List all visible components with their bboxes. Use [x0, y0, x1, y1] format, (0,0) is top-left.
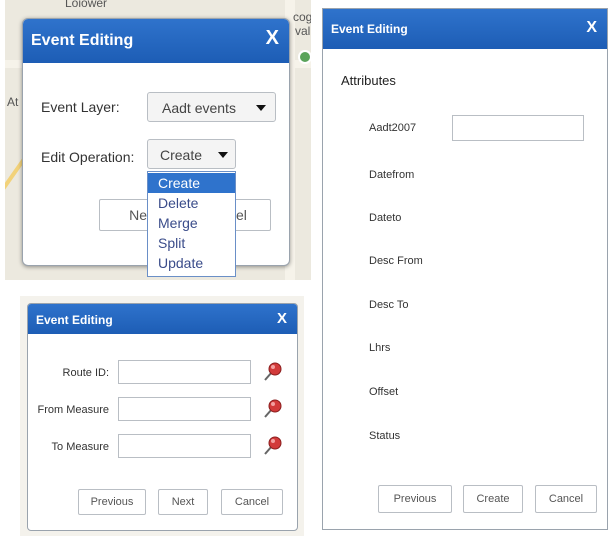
dialog-titlebar: Event Editing X [23, 19, 289, 63]
event-layer-select[interactable]: Aadt events [147, 92, 276, 122]
edit-operation-value: Create [160, 147, 203, 163]
menu-item-delete[interactable]: Delete [148, 193, 235, 213]
event-editing-dialog-2: Event Editing X Route ID: From Measure T… [27, 303, 298, 531]
to-measure-label: To Measure [51, 441, 109, 453]
from-measure-input[interactable] [118, 397, 251, 421]
event-layer-label: Event Layer: [41, 99, 120, 115]
route-id-label: Route ID: [62, 367, 109, 379]
dialog-titlebar: Event Editing X [323, 9, 607, 49]
chevron-down-icon [256, 105, 266, 111]
pushpin-icon[interactable] [262, 434, 284, 456]
field-label-status: Status [369, 430, 401, 442]
previous-button[interactable]: Previous [378, 485, 452, 513]
pushpin-icon[interactable] [262, 397, 284, 419]
dialog-title: Event Editing [31, 32, 134, 49]
close-icon[interactable]: X [586, 19, 597, 37]
field-label-desc-from: Desc From [369, 255, 423, 267]
menu-item-create[interactable]: Create [148, 173, 235, 193]
dialog-titlebar: Event Editing X [28, 304, 297, 334]
from-measure-label: From Measure [37, 404, 109, 416]
to-measure-input[interactable] [118, 434, 251, 458]
attributes-heading: Attributes [341, 73, 396, 88]
cancel-button[interactable]: Cancel [221, 489, 283, 515]
create-button[interactable]: Create [463, 485, 523, 513]
dialog-title: Event Editing [36, 313, 113, 327]
edit-operation-menu: Create Delete Merge Split Update [147, 171, 236, 277]
cancel-button-label: el [236, 207, 247, 223]
event-layer-value: Aadt events [162, 100, 236, 116]
field-label-dateto: Dateto [369, 212, 402, 224]
menu-item-update[interactable]: Update [148, 253, 235, 273]
field-label-aadt2007: Aadt2007 [369, 122, 417, 134]
field-label-desc-to: Desc To [369, 299, 409, 311]
previous-button[interactable]: Previous [78, 489, 146, 515]
chevron-down-icon [218, 152, 228, 158]
menu-item-merge[interactable]: Merge [148, 213, 235, 233]
route-id-input[interactable] [118, 360, 251, 384]
dialog-title: Event Editing [331, 22, 408, 36]
pushpin-icon[interactable] [262, 360, 284, 382]
menu-item-split[interactable]: Split [148, 233, 235, 253]
edit-operation-select[interactable]: Create [147, 139, 236, 169]
next-button[interactable]: Next [158, 489, 208, 515]
aadt2007-input[interactable] [452, 115, 584, 141]
close-icon[interactable]: X [277, 310, 287, 327]
edit-operation-label: Edit Operation: [41, 149, 135, 165]
field-label-offset: Offset [369, 386, 399, 398]
close-icon[interactable]: X [266, 27, 279, 50]
field-label-datefrom: Datefrom [369, 169, 415, 181]
field-label-lhrs: Lhrs [369, 342, 391, 354]
event-editing-dialog-3: Event Editing X Attributes Aadt2007 Date… [322, 8, 608, 530]
cancel-button[interactable]: Cancel [535, 485, 597, 513]
